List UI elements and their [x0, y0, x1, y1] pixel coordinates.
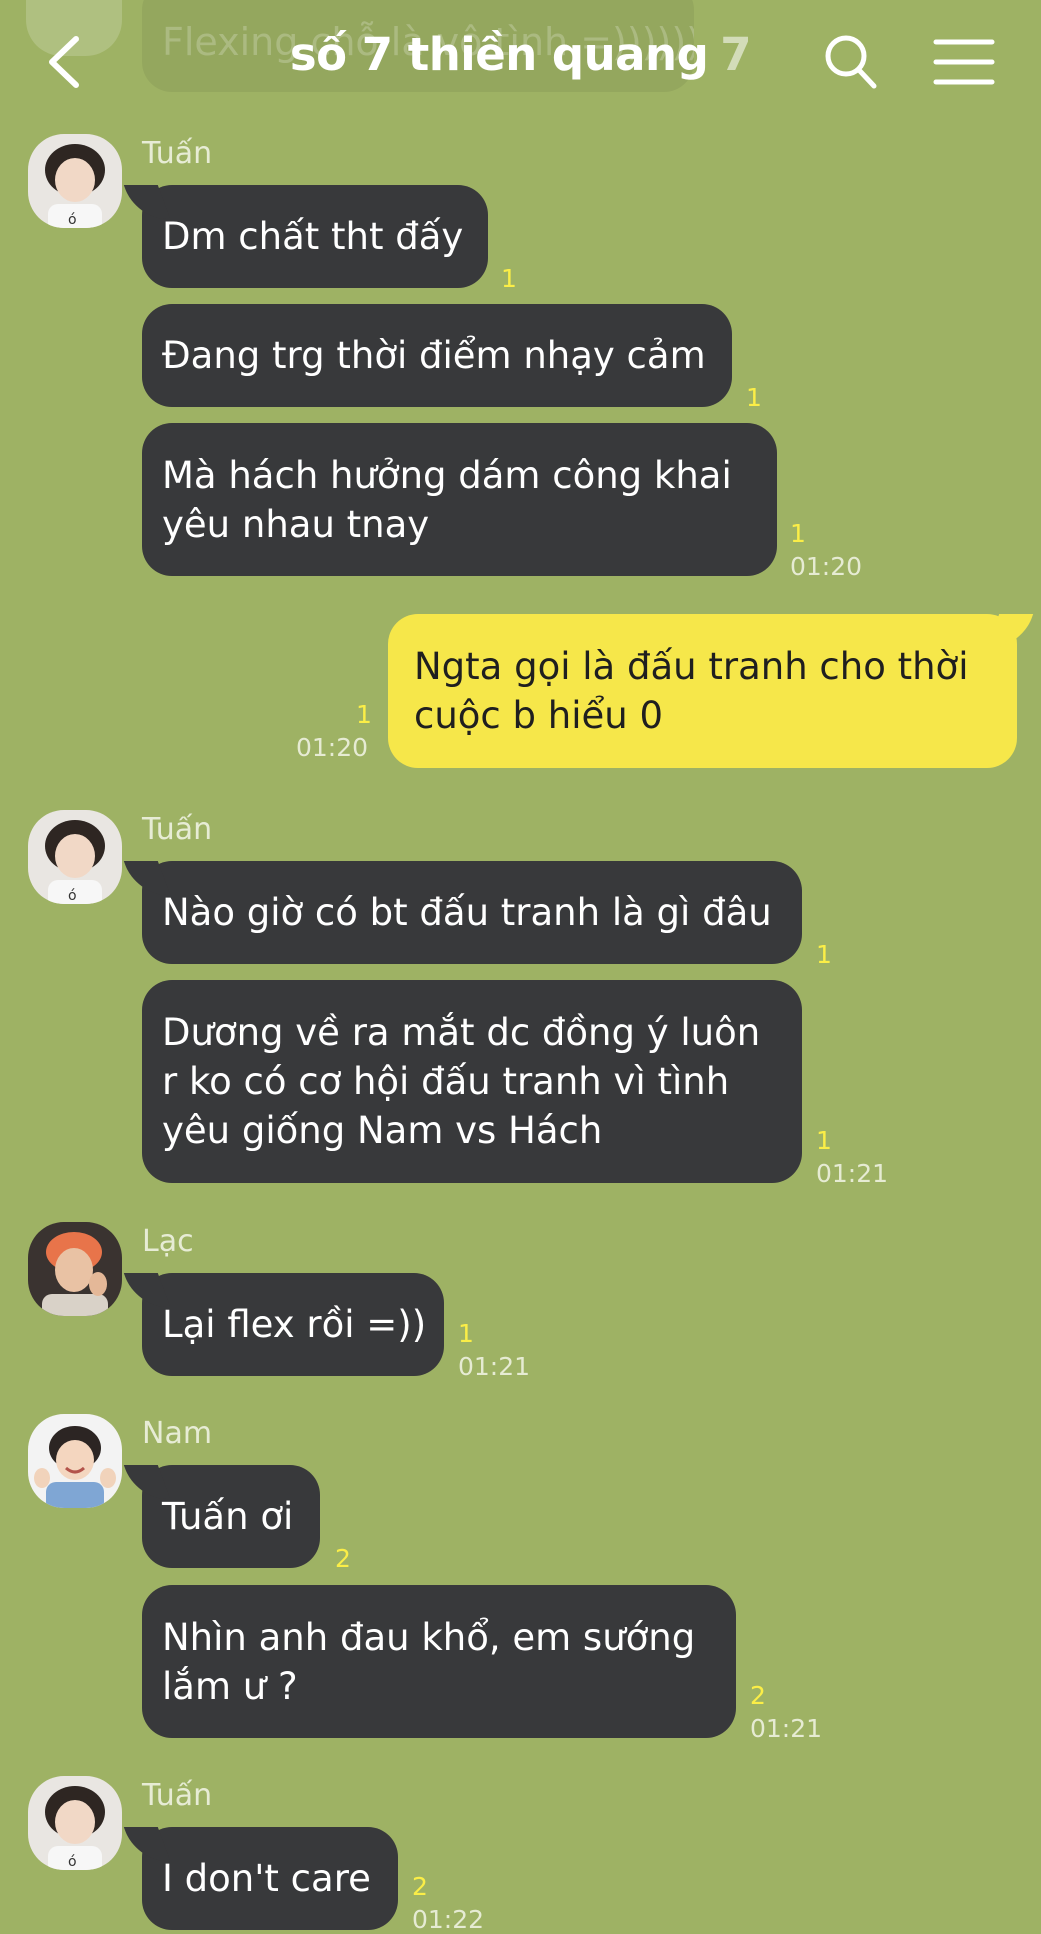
avatar-tuan[interactable]: ó [28, 134, 122, 228]
svg-text:ó: ó [68, 1854, 77, 1870]
svg-text:ó: ó [68, 888, 77, 904]
menu-button[interactable] [930, 32, 998, 92]
menu-icon [933, 39, 995, 85]
unread-count: 1 [816, 1126, 832, 1155]
message-text: lắm ư ? [162, 1664, 298, 1708]
avatar-tuan[interactable]: ó [28, 810, 122, 904]
avatar-lac-image [28, 1222, 122, 1316]
message-text: cuộc b hiểu 0 [414, 694, 664, 737]
message-text: r ko có cơ hội đấu tranh vì tình [162, 1060, 730, 1103]
message-time: 01:21 [750, 1714, 823, 1743]
message-text: Ngta gọi là đấu tranh cho thời [414, 645, 969, 688]
unread-count: 1 [356, 700, 372, 729]
message-bubble[interactable]: Đang trg thời điểm nhạy cảm [142, 304, 732, 407]
message-text: Dương về ra mắt dc đồng ý luôn [162, 1011, 761, 1054]
message-bubble[interactable]: Dương về ra mắt dc đồng ý luôn r ko có c… [142, 980, 802, 1183]
message-time: 01:20 [790, 552, 863, 581]
search-icon [825, 35, 877, 89]
message-text: Lại flex rồi =)) [162, 1303, 427, 1346]
message-text: yêu giống Nam vs Hách [162, 1109, 603, 1152]
message-text: Đang trg thời điểm nhạy cảm [162, 334, 706, 377]
message-bubble[interactable]: I don't care [142, 1827, 398, 1930]
avatar-nam[interactable] [28, 1414, 122, 1508]
message-bubble[interactable]: Nào giờ có bt đấu tranh là gì đâu [142, 861, 802, 964]
search-button[interactable] [822, 30, 880, 94]
sender-name: Lạc [142, 1224, 194, 1259]
avatar-tuan-image: ó [28, 134, 122, 228]
message-bubble[interactable]: Dm chất tht đấy [142, 185, 488, 288]
sender-name: Tuấn [142, 1778, 213, 1813]
unread-count: 1 [746, 383, 762, 412]
message-text: Tuấn ơi [162, 1495, 294, 1538]
my-message-bubble[interactable]: Ngta gọi là đấu tranh cho thời cuộc b hi… [388, 614, 1017, 768]
unread-count: 1 [458, 1319, 474, 1348]
message-text: I don't care [162, 1857, 371, 1900]
message-text: Dm chất tht đấy [162, 215, 464, 258]
message-bubble[interactable]: Mà hách hưởng dám công khai yêu nhau tna… [142, 423, 777, 576]
message-text: Mà hách hưởng dám công khai [162, 453, 732, 497]
message-bubble[interactable]: Nhìn anh đau khổ, em sướng lắm ư ? [142, 1585, 736, 1738]
sender-name: Tuấn [142, 136, 213, 171]
message-bubble[interactable]: Tuấn ơi [142, 1465, 320, 1568]
avatar-tuan[interactable]: ó [28, 1776, 122, 1870]
message-text: Nhìn anh đau khổ, em sướng [162, 1615, 696, 1659]
unread-count: 2 [750, 1681, 766, 1710]
member-count: 7 [720, 28, 752, 81]
message-time: 01:21 [458, 1352, 531, 1381]
avatar-nam-image [28, 1414, 122, 1508]
message-text: yêu nhau tnay [162, 502, 430, 546]
avatar-lac[interactable] [28, 1222, 122, 1316]
message-time: 01:20 [296, 733, 369, 762]
sender-name: Tuấn [142, 812, 213, 847]
message-bubble[interactable]: Lại flex rồi =)) [142, 1273, 444, 1376]
unread-count: 2 [335, 1544, 351, 1573]
unread-count: 2 [412, 1872, 428, 1901]
chat-title: số 7 thiền quang 7 [0, 28, 1041, 81]
sender-name: Nam [142, 1416, 213, 1451]
message-time: 01:21 [816, 1159, 889, 1188]
svg-text:ó: ó [68, 212, 77, 228]
chat-header: số 7 thiền quang 7 [0, 0, 1041, 124]
unread-count: 1 [816, 940, 832, 969]
message-text: Nào giờ có bt đấu tranh là gì đâu [162, 891, 772, 934]
unread-count: 1 [790, 519, 806, 548]
avatar-tuan-image: ó [28, 1776, 122, 1870]
chat-room-name: số 7 thiền quang [289, 28, 709, 81]
unread-count: 1 [501, 264, 517, 293]
avatar-tuan-image: ó [28, 810, 122, 904]
